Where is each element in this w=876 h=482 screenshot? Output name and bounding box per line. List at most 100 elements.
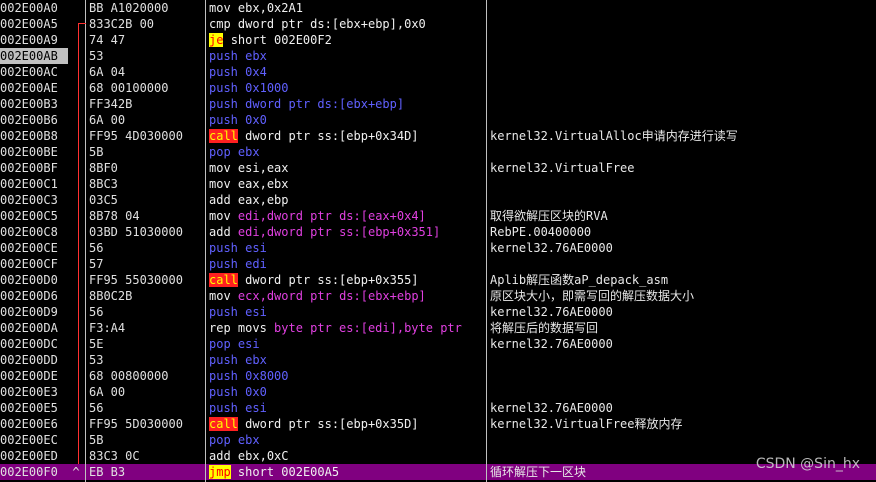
disasm-row[interactable]: 002E00BE 5B pop ebx (0, 144, 876, 160)
disasm-row[interactable]: 002E00C3 03C5 add eax,ebp (0, 192, 876, 208)
mnemonic: push (209, 385, 238, 399)
instruction-cell: mov ebx,0x2A1 (209, 0, 487, 16)
disasm-row[interactable]: 002E00DA F3:A4 rep movs byte ptr es:[edi],… (0, 320, 876, 336)
jump-marker: ^ (72, 465, 80, 479)
jump-marker (69, 128, 83, 144)
operand: esi (245, 401, 267, 415)
disasm-row[interactable]: 002E00DC 5E pop esi kernel32.76AE0000 (0, 336, 876, 352)
disasm-row[interactable]: 002E00AC 6A 04 push 0x4 (0, 64, 876, 80)
hex-bytes-cell: 6A 00 (89, 113, 126, 127)
disasm-row[interactable]: 002E00BF 8BF0 mov esi,eax kernel32.VirtualF… (0, 160, 876, 176)
comment-cell (490, 352, 876, 368)
hex-bytes-cell: 53 (89, 353, 104, 367)
comment-cell: kernel32.76AE0000 (490, 401, 613, 415)
jump-marker (69, 208, 83, 224)
instruction-cell: cmp dword ptr ds:[ebx+ebp],0x0 (209, 16, 487, 32)
disasm-row[interactable]: 002E00C1 8BC3 mov eax,ebx (0, 176, 876, 192)
instruction-cell: add edi,dword ptr ss:[ebp+0x351] (209, 224, 487, 240)
address-cell: 002E00A5 (0, 17, 58, 31)
disasm-row[interactable]: 002E00DD 53 push ebx (0, 352, 876, 368)
disasm-row[interactable]: 002E00EC 5B pop ebx (0, 432, 876, 448)
disasm-row[interactable]: 002E00CE 56 push esi kernel32.76AE0000 (0, 240, 876, 256)
instruction-cell: push ebx (209, 48, 487, 64)
comment-cell (490, 432, 876, 448)
mnemonic: push (209, 97, 238, 111)
jump-marker (69, 48, 83, 64)
hex-bytes-cell: BB A1020000 (89, 1, 169, 15)
disassembly-view[interactable]: 002E00A0 BB A1020000 mov ebx,0x2A1 002E00A5… (0, 0, 876, 482)
address-cell: 002E00BF (0, 161, 58, 175)
jump-marker (69, 368, 83, 384)
jump-marker (69, 416, 83, 432)
mnemonic: push (209, 49, 238, 63)
disasm-row[interactable]: 002E00B3 FF342B push dword ptr ds:[ebx+ebp… (0, 96, 876, 112)
instruction-cell: call dword ptr ss:[ebp+0x355] (209, 272, 487, 288)
disasm-row[interactable]: 002E00A5 833C2B 00 cmp dword ptr ds:[ebx+e… (0, 16, 876, 32)
jump-marker (69, 224, 83, 240)
hex-bytes-cell: 8BF0 (89, 161, 118, 175)
jump-marker (69, 320, 83, 336)
jump-marker (69, 80, 83, 96)
address-cell: 002E00C3 (0, 193, 58, 207)
mnemonic: pop (209, 145, 231, 159)
disasm-row[interactable]: 002E00C8 03BD 51030000 add edi,dword ptr s… (0, 224, 876, 240)
hex-bytes-cell: 5B (89, 145, 104, 159)
mnemonic: push (209, 241, 238, 255)
operand: ebx,0xC (237, 449, 289, 463)
disasm-row[interactable]: 002E00A0 BB A1020000 mov ebx,0x2A1 (0, 0, 876, 16)
mnemonic: mov (209, 1, 231, 15)
address-cell: 002E00D0 (0, 273, 58, 287)
operand: esi (245, 241, 267, 255)
comment-cell: kernel32.76AE0000 (490, 305, 613, 319)
operand: dword ptr ss:[ebp+0x34D] (245, 129, 419, 143)
jump-marker (69, 96, 83, 112)
operand: esi,eax (237, 161, 289, 175)
address-cell: 002E00C8 (0, 225, 58, 239)
disasm-row[interactable]: 002E00AB 53 push ebx (0, 48, 876, 64)
comment-cell (490, 0, 876, 16)
address-cell: 002E00A9 (0, 33, 58, 47)
disasm-row[interactable]: 002E00E6 FF95 5D030000 call dword ptr ss:[… (0, 416, 876, 432)
hex-bytes-cell: 56 (89, 401, 104, 415)
jump-arrow-head (78, 23, 86, 24)
column-separator-comment (486, 0, 487, 482)
address-cell: 002E00DA (0, 321, 58, 335)
disasm-row[interactable]: 002E00A9 74 47 je short 002E00F2 (0, 32, 876, 48)
address-cell: 002E00E5 (0, 401, 58, 415)
address-cell: 002E00BE (0, 145, 58, 159)
instruction-cell: mov esi,eax (209, 160, 487, 176)
address-cell: 002E00F0 (0, 465, 58, 479)
instruction-cell: push edi (209, 256, 487, 272)
hex-bytes-cell: 83C3 0C (89, 449, 140, 463)
jump-marker (69, 448, 83, 464)
hex-bytes-cell: FF95 4D030000 (89, 129, 183, 143)
comment-cell (490, 384, 876, 400)
disasm-row[interactable]: 002E00E3 6A 00 push 0x0 (0, 384, 876, 400)
disasm-row[interactable]: 002E00F0 ^ EB B3 jmp short 002E00A5 循环解压下一区块 (0, 464, 876, 480)
operand: eax,ebp (237, 193, 289, 207)
disasm-row[interactable]: 002E00B6 6A 00 push 0x0 (0, 112, 876, 128)
instruction-cell: add eax,ebp (209, 192, 487, 208)
disasm-row[interactable]: 002E00C5 8B78 04 mov edi,dword ptr ds:[eax… (0, 208, 876, 224)
comment-cell: kernel32.76AE0000 (490, 337, 613, 351)
disasm-row[interactable]: 002E00D0 FF95 55030000 call dword ptr ss:[… (0, 272, 876, 288)
hex-bytes-cell: 57 (89, 257, 104, 271)
disasm-row[interactable]: 002E00E5 56 push esi kernel32.76AE0000 (0, 400, 876, 416)
address-cell: 002E00B8 (0, 129, 58, 143)
disasm-row[interactable]: 002E00DE 68 00800000 push 0x8000 (0, 368, 876, 384)
disasm-row[interactable]: 002E00AE 68 00100000 push 0x1000 (0, 80, 876, 96)
address-cell: 002E00C5 (0, 209, 58, 223)
instruction-cell: push 0x8000 (209, 368, 487, 384)
comment-cell: 将解压后的数据写回 (490, 321, 599, 335)
disasm-row[interactable]: 002E00CF 57 push edi (0, 256, 876, 272)
instruction-cell: push 0x0 (209, 384, 487, 400)
hex-bytes-cell: 5E (89, 337, 104, 351)
disasm-row[interactable]: 002E00B8 FF95 4D030000 call dword ptr ss:[… (0, 128, 876, 144)
disasm-row[interactable]: 002E00ED 83C3 0C add ebx,0xC (0, 448, 876, 464)
instruction-cell: push esi (209, 400, 487, 416)
disasm-row[interactable]: 002E00D6 8B0C2B mov ecx,dword ptr ds:[ebx+… (0, 288, 876, 304)
operand: short 002E00F2 (230, 33, 332, 47)
address-cell: 002E00CE (0, 241, 58, 255)
disasm-row[interactable]: 002E00D9 56 push esi kernel32.76AE0000 (0, 304, 876, 320)
mnemonic: add (209, 193, 231, 207)
